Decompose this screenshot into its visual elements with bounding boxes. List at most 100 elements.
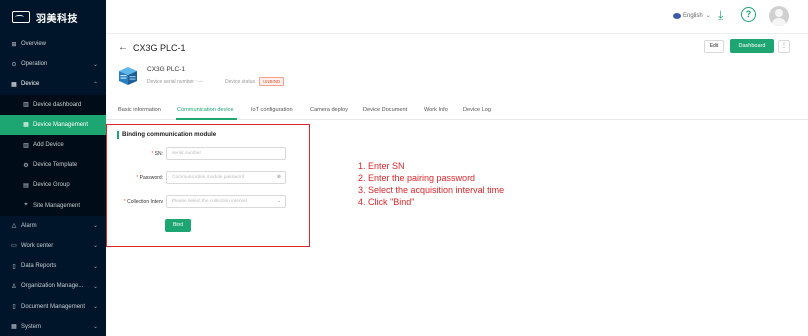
sn-input[interactable]: serial number: [166, 147, 286, 160]
status-badge: UNBIND: [259, 77, 285, 86]
password-placeholder: Communication module password: [172, 175, 245, 180]
language-selector[interactable]: English ⌄: [673, 12, 711, 19]
collection-interval-label-text: Collection Interv: [127, 199, 163, 205]
download-icon[interactable]: ⤓: [718, 8, 723, 23]
sn-label: * SN:: [110, 151, 163, 157]
device-serial-number: Device serial number : ---: [147, 79, 204, 85]
flag-icon: [673, 12, 681, 19]
app-logo[interactable]: 羽美科技: [0, 0, 106, 34]
sidebar-item-organization[interactable]: ♙ Organization Manage... ⌄: [0, 276, 106, 296]
collection-interval-select[interactable]: Please select the collection interval ⌄: [166, 195, 286, 208]
sidebar-item-site-management[interactable]: ⌖ Site Management: [0, 195, 106, 216]
sidebar-item-label: Device Group: [33, 182, 70, 189]
instruction-step-2: 2. Enter the pairing password: [358, 173, 476, 183]
sidebar-item-label: Organization Manage...: [21, 283, 84, 290]
page-title: CX3G PLC-1: [133, 43, 186, 53]
template-icon: ⚙: [23, 162, 29, 169]
sidebar-item-label: Site Management: [33, 202, 81, 209]
organization-icon: ♙: [11, 283, 17, 290]
instruction-step-4: 4. Click "Bind": [358, 197, 415, 207]
eye-invisible-icon[interactable]: ⊗: [277, 172, 281, 183]
app-name: 羽美科技: [36, 13, 78, 25]
overview-icon: ⊞: [11, 41, 17, 48]
sidebar-item-alarm[interactable]: △ Alarm ⌄: [0, 216, 106, 236]
sidebar-item-device-management[interactable]: ▦ Device Management: [0, 114, 106, 135]
sidebar-item-add-device[interactable]: ▥ Add Device: [0, 134, 106, 156]
sidebar-item-label: Device dashboard: [33, 101, 82, 108]
tab-basic-information[interactable]: Basic information: [118, 107, 161, 113]
tab-iot-configuration[interactable]: IoT configuration: [251, 107, 293, 113]
site-icon: ⌖: [24, 202, 28, 209]
password-input[interactable]: Communication module password ⊗: [166, 171, 286, 184]
dashboard-icon: ▥: [23, 102, 29, 109]
tab-communication-device[interactable]: Communication device: [177, 107, 234, 113]
add-device-icon: ▥: [23, 142, 29, 149]
chevron-down-icon: ⌄: [92, 223, 98, 230]
tab-device-log[interactable]: Device Log: [463, 107, 491, 113]
required-mark: *: [136, 175, 139, 181]
avatar[interactable]: [769, 6, 789, 26]
password-label-text: Password:: [139, 175, 163, 181]
sn-label-text: SN:: [154, 151, 163, 157]
operation-icon: ⊙: [11, 61, 17, 68]
tab-device-document[interactable]: Device Document: [363, 107, 407, 113]
sidebar-item-label: Data Reports: [21, 263, 57, 270]
sidebar-item-label: Operation: [21, 61, 48, 68]
sidebar-item-system[interactable]: ▦ System ⌄: [0, 317, 106, 336]
sidebar-item-device-group[interactable]: ▤ Device Group: [0, 175, 106, 196]
sidebar-item-work-center[interactable]: ▭ Work center ⌄: [0, 236, 106, 256]
collection-interval-placeholder: Please select the collection interval: [172, 199, 247, 204]
required-mark: *: [123, 199, 126, 205]
chevron-up-icon: ⌃: [92, 81, 98, 88]
logo-icon: [12, 11, 30, 23]
reports-icon: ▯: [12, 263, 16, 270]
sidebar-item-label: Device Management: [33, 121, 89, 128]
active-tab-indicator: [176, 118, 237, 120]
sidebar-item-label: Device Template: [33, 162, 78, 169]
grid-icon: ▦: [23, 122, 29, 129]
tab-bar: Basic information Communication device I…: [106, 102, 808, 120]
dashboard-button[interactable]: Dashboard: [730, 39, 774, 53]
system-icon: ▦: [11, 324, 17, 331]
chevron-down-icon: ⌄: [92, 61, 98, 68]
password-label: * Password:: [110, 175, 163, 181]
sidebar-item-overview[interactable]: ⊞ Overview: [0, 34, 106, 54]
collection-interval-label: * Collection Interv: [110, 199, 163, 205]
main-content: ← CX3G PLC-1 Edit Dashboard ⋮ CX3G PLC-1…: [106, 34, 808, 336]
required-mark: *: [151, 151, 154, 157]
chevron-down-icon: ⌄: [276, 198, 281, 204]
sidebar-item-label: Document Management: [21, 303, 86, 310]
help-icon[interactable]: ?: [741, 7, 756, 22]
instruction-step-3: 3. Select the acquisition interval time: [358, 185, 505, 195]
sidebar-item-label: Overview: [21, 41, 47, 48]
document-icon: ▯: [12, 304, 16, 311]
device-status-label: Device status :: [225, 79, 258, 85]
chevron-down-icon: ⌄: [92, 304, 98, 311]
sidebar-item-device[interactable]: ▦ Device ⌃: [0, 74, 106, 94]
chevron-down-icon: ⌄: [92, 243, 98, 250]
sidebar-item-document-management[interactable]: ▯ Document Management ⌄: [0, 296, 106, 316]
sidebar-item-operation[interactable]: ⊙ Operation ⌄: [0, 54, 106, 74]
more-options-button[interactable]: ⋮: [778, 40, 790, 53]
back-arrow-icon[interactable]: ←: [118, 42, 128, 53]
sidebar-item-device-template[interactable]: ⚙ Device Template: [0, 155, 106, 176]
bind-button[interactable]: Bind: [165, 219, 191, 232]
chevron-down-icon: ⌄: [92, 324, 98, 331]
work-center-icon: ▭: [11, 243, 17, 250]
instruction-step-1: 1. Enter SN: [358, 161, 405, 171]
tab-work-info[interactable]: Work Info: [424, 107, 448, 113]
sidebar-item-label: Alarm: [21, 222, 37, 229]
section-title: Binding communication module: [122, 131, 217, 138]
sidebar-item-label: Add Device: [33, 142, 64, 149]
plc-device-icon: [119, 67, 137, 85]
edit-button[interactable]: Edit: [704, 40, 724, 53]
tab-camera-deploy[interactable]: Camera deploy: [310, 107, 348, 113]
sidebar-item-label: Work center: [21, 242, 54, 249]
sidebar: 羽美科技 ⊞ Overview ⊙ Operation ⌄ ▦ Device ⌃…: [0, 0, 106, 336]
sidebar-item-device-dashboard[interactable]: ▥ Device dashboard: [0, 94, 106, 115]
group-icon: ▤: [23, 182, 29, 189]
device-icon: ▦: [11, 81, 17, 88]
section-accent-bar: [117, 131, 119, 139]
chevron-down-icon: ⌄: [92, 283, 98, 290]
sidebar-item-data-reports[interactable]: ▯ Data Reports ⌄: [0, 256, 106, 276]
